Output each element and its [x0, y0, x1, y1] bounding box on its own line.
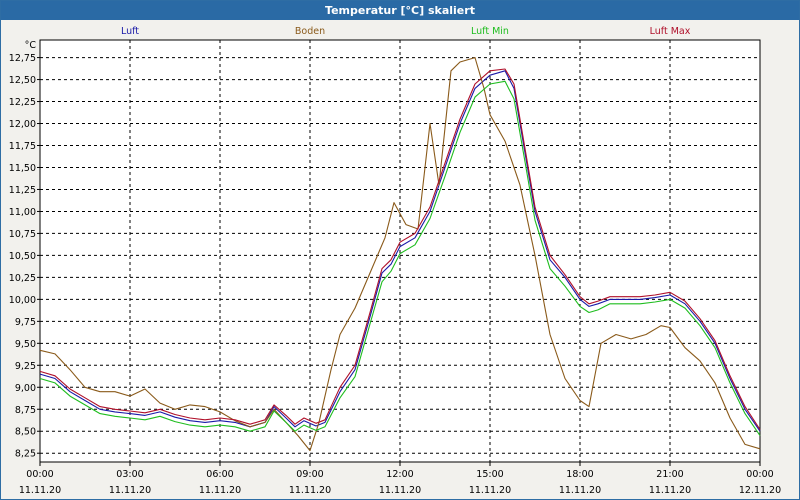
x-tick-label: 06:00: [206, 469, 233, 480]
y-tick-label: 8,75: [15, 405, 36, 416]
y-tick-label: 9,00: [15, 383, 36, 394]
y-tick-label: 11,50: [9, 163, 36, 174]
y-tick-label: 10,75: [9, 229, 36, 240]
x-tick-label: 18:00: [566, 469, 593, 480]
y-tick-label: 11,00: [9, 207, 36, 218]
legend-label-luft-min: Luft Min: [471, 26, 509, 37]
x-tick-date-label: 11.11.20: [289, 485, 331, 496]
chart-canvas: 8,25 8,50 8,75 9,00 9,25 9,50 9,75 10,00 10,25 10…: [9, 26, 781, 496]
y-tick-label: 11,25: [9, 185, 36, 196]
y-tick-label: 8,50: [15, 427, 36, 438]
y-tick-label: 9,25: [15, 361, 36, 372]
x-tick-label: 12:00: [386, 469, 413, 480]
x-tick-label: 00:00: [746, 469, 773, 480]
x-tick-date-label: 11.11.20: [649, 485, 691, 496]
legend-label-luft-max: Luft Max: [650, 26, 691, 37]
x-tick-label: 09:00: [296, 469, 323, 480]
chart-window: Temperatur [°C] skaliert 8,25 8,50 8,75 9,0…: [0, 0, 800, 500]
legend-label-luft: Luft: [121, 26, 139, 37]
y-tick-label: 10,25: [9, 273, 36, 284]
x-tick-date-label: 11.11.20: [469, 485, 511, 496]
x-tick-date-label: 11.11.20: [199, 485, 241, 496]
y-tick-label: 9,75: [15, 317, 36, 328]
x-tick-label: 21:00: [656, 469, 683, 480]
y-tick-label: 9,50: [15, 339, 36, 350]
y-tick-label: 10,00: [9, 295, 36, 306]
y-tick-label: 10,50: [9, 251, 36, 262]
y-tick-label: 11,75: [9, 141, 36, 152]
y-axis-unit-label: °C: [25, 40, 37, 51]
y-tick-label: 12,50: [9, 75, 36, 86]
x-tick-label: 15:00: [476, 469, 503, 480]
x-tick-label: 03:00: [116, 469, 143, 480]
y-tick-label: 12,00: [9, 119, 36, 130]
x-tick-date-label: 12.11.20: [739, 485, 781, 496]
chart-title: Temperatur [°C] skaliert: [1, 1, 799, 20]
x-tick-label: 00:00: [26, 469, 53, 480]
y-tick-label: 12,25: [9, 97, 36, 108]
x-tick-date-label: 11.11.20: [109, 485, 151, 496]
x-tick-date-label: 11.11.20: [559, 485, 601, 496]
legend-label-boden: Boden: [295, 26, 325, 37]
x-tick-date-label: 11.11.20: [19, 485, 61, 496]
y-tick-label: 8,25: [15, 449, 36, 460]
y-tick-label: 12,75: [9, 53, 36, 64]
x-tick-date-label: 11.11.20: [379, 485, 421, 496]
